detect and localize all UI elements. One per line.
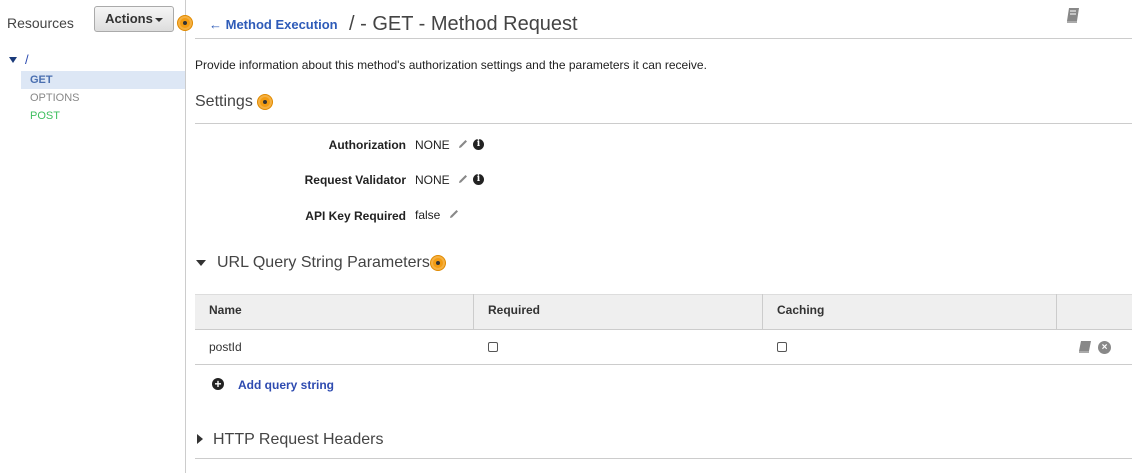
book-icon[interactable] (1077, 340, 1092, 354)
column-divider (1056, 294, 1057, 330)
table-header-row (195, 294, 1132, 330)
method-item-options[interactable]: OPTIONS (21, 89, 185, 107)
query-params-help-icon[interactable] (431, 256, 445, 270)
caching-checkbox[interactable] (777, 342, 787, 352)
column-header-caching: Caching (777, 303, 825, 317)
column-divider (473, 294, 474, 330)
edit-authorization-pencil-icon[interactable] (457, 138, 469, 150)
request-validator-value: NONE (415, 173, 450, 187)
page-title: / - GET - Method Request (349, 13, 578, 35)
request-validator-info-icon[interactable]: i (473, 174, 484, 185)
settings-divider (195, 123, 1132, 124)
book-icon[interactable] (1064, 6, 1082, 24)
actions-button[interactable]: Actions (94, 6, 174, 32)
http-request-headers-title[interactable]: HTTP Request Headers (213, 431, 383, 449)
resources-label: Resources (7, 15, 74, 31)
method-item-post[interactable]: POST (21, 107, 185, 125)
back-link-label: Method Execution (225, 17, 338, 32)
collapse-query-params-icon[interactable] (196, 260, 206, 266)
required-checkbox[interactable] (488, 342, 498, 352)
headers-divider (195, 458, 1132, 459)
authorization-info-icon[interactable]: i (473, 139, 484, 150)
param-name-cell: postId (209, 340, 242, 354)
expand-toggle-icon[interactable] (9, 57, 17, 63)
add-circle-icon[interactable]: + (212, 378, 224, 390)
actions-button-label: Actions (105, 11, 153, 26)
row-divider (195, 364, 1132, 365)
help-icon[interactable] (178, 16, 192, 30)
column-divider (762, 294, 763, 330)
caret-down-icon (154, 17, 163, 22)
api-key-required-label: API Key Required (305, 209, 406, 223)
request-validator-label: Request Validator (304, 173, 406, 187)
method-item-get[interactable]: GET (21, 71, 185, 89)
edit-api-key-pencil-icon[interactable] (448, 208, 460, 220)
authorization-value: NONE (415, 138, 450, 152)
arrow-left-icon: ← (209, 17, 222, 32)
resource-root-path[interactable]: / (25, 52, 29, 67)
method-execution-link[interactable]: ← Method Execution (209, 17, 338, 32)
header-divider (195, 38, 1132, 39)
add-query-string-button[interactable]: Add query string (238, 378, 334, 392)
authorization-label: Authorization (328, 138, 406, 152)
resources-sidebar: Resources Actions / GET OPTIONS POST (0, 0, 186, 473)
settings-title: Settings (195, 93, 253, 110)
column-header-required: Required (488, 303, 541, 317)
expand-headers-icon[interactable] (197, 434, 203, 444)
query-params-title[interactable]: URL Query String Parameters (217, 254, 430, 272)
page-description: Provide information about this method's … (195, 58, 707, 72)
settings-help-icon[interactable] (258, 95, 272, 109)
api-key-required-value: false (415, 208, 441, 222)
edit-request-validator-pencil-icon[interactable] (457, 173, 469, 185)
remove-param-icon[interactable]: × (1098, 341, 1111, 354)
column-header-name: Name (209, 303, 242, 317)
